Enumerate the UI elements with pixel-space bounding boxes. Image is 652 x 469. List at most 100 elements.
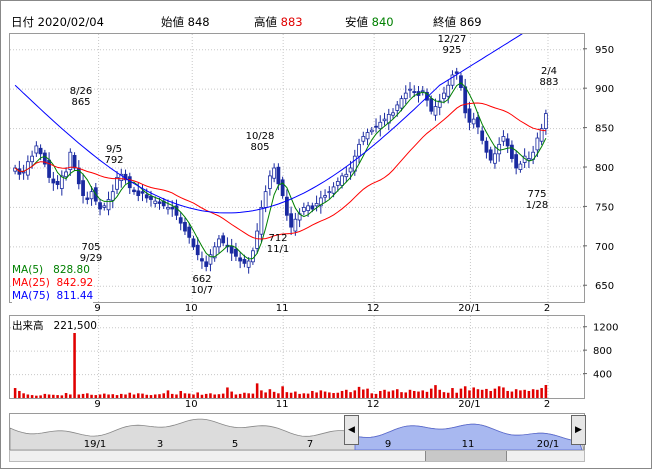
volume-panel: 出来高 221,500 <box>9 315 585 399</box>
candle-body <box>132 189 136 193</box>
annotation-label-top: 10/28 <box>246 131 275 142</box>
candle-body <box>543 113 548 129</box>
candle-body <box>272 167 277 179</box>
price-panel: 8/26 865 9/5 792 705 9/29 662 10/7 10/28 805 712 11… <box>9 18 585 303</box>
candle-body <box>395 104 400 111</box>
candle-body <box>442 92 446 100</box>
candle-body <box>64 171 68 178</box>
candle-body <box>488 149 493 161</box>
candle-body <box>365 132 370 140</box>
candle-body <box>204 261 209 267</box>
candle-body <box>98 202 102 210</box>
candle-body <box>301 207 306 212</box>
annotation-label-top: 8/26 <box>70 86 92 97</box>
candle-body <box>314 203 319 207</box>
candle-body <box>89 191 94 200</box>
candle-body <box>136 190 141 196</box>
annotation-label-bottom: 883 <box>539 77 558 88</box>
candle-body <box>21 171 26 174</box>
candle-body <box>412 91 417 93</box>
date-label: 日付 2020/02/04 <box>11 15 104 29</box>
volume-bar <box>255 383 259 398</box>
candle-body <box>217 238 221 248</box>
volume-legend: 出来高 221,500 <box>12 318 97 333</box>
candle-body <box>251 250 255 263</box>
y-tick-label: 800 <box>595 163 614 174</box>
candle-body <box>289 213 294 228</box>
candle-body <box>238 257 243 262</box>
candle-body <box>378 121 383 129</box>
candle-body <box>446 84 451 97</box>
x-tick-label: 10 <box>185 303 198 314</box>
ma75-line <box>14 18 547 214</box>
annotation-label-bottom: 925 <box>442 45 461 56</box>
navigator-tick-label: 7 <box>307 439 313 450</box>
navigator-chart: 19/1 3 5 7 9 11 20/1 <box>9 418 585 451</box>
candle-body <box>200 258 204 262</box>
y-tick-label: 1200 <box>593 323 618 334</box>
candle-body <box>327 191 332 194</box>
candle-body <box>259 207 264 235</box>
x-tick-label: 9 <box>94 399 100 410</box>
candle-body <box>234 248 238 257</box>
annotation-label-bottom: 792 <box>104 155 123 166</box>
candle-body <box>183 221 187 232</box>
candle-body <box>221 235 226 244</box>
candle-body <box>166 207 170 210</box>
x-tick-label: 2 <box>544 399 550 410</box>
navigator-left-handle[interactable]: ◀ <box>344 415 359 445</box>
candle-body <box>463 86 468 114</box>
candle-body <box>246 260 251 268</box>
candle-body <box>280 179 285 196</box>
candle-body <box>242 259 247 264</box>
candle-body <box>501 136 506 142</box>
candle-body <box>115 177 119 190</box>
candle-body <box>335 180 340 186</box>
candle-body <box>484 140 489 153</box>
annotation-label-top: 662 <box>192 274 211 285</box>
candle-body <box>267 175 272 189</box>
candle-body <box>187 226 192 238</box>
navigator-tick-label: 11 <box>462 439 475 450</box>
candle-body <box>454 71 459 74</box>
candle-body <box>340 175 344 186</box>
x-tick-label: 12 <box>367 399 380 410</box>
annotation-label-bottom: 1/28 <box>526 200 548 211</box>
candle-body <box>263 191 268 208</box>
x-tick-label: 10 <box>185 399 198 410</box>
candle-body <box>157 201 162 204</box>
navigator-right-handle[interactable]: ▶ <box>571 415 586 445</box>
scrollbar-thumb[interactable] <box>425 451 507 461</box>
candle-body <box>429 98 434 112</box>
navigator-tick-label: 9 <box>385 439 391 450</box>
price-chart: 8/26865 9/5792 7059/29 66210/7 10/28805 71211… <box>10 18 584 302</box>
period-navigator[interactable]: 19/1 3 5 7 9 11 20/1 <box>9 413 585 451</box>
annotation-label-top: 712 <box>268 233 287 244</box>
candle-body <box>433 106 438 116</box>
volume-bar <box>73 324 76 398</box>
y-tick-label: 400 <box>593 370 612 381</box>
candle-body <box>276 166 281 185</box>
annotation-label-bottom: 9/29 <box>80 253 102 264</box>
annotation-label-bottom: 10/7 <box>191 285 213 296</box>
candle-body <box>357 143 361 157</box>
x-tick-label: 20/1 <box>458 399 480 410</box>
annotation-label-bottom: 11/1 <box>267 244 289 255</box>
candle-body <box>361 136 366 142</box>
y-tick-label: 650 <box>595 281 614 292</box>
candle-body <box>493 153 497 164</box>
x-tick-label: 12 <box>367 303 380 314</box>
annotation-label-bottom: 805 <box>250 142 269 153</box>
y-tick-label: 700 <box>595 242 614 253</box>
candle-body <box>170 207 175 210</box>
price-y-axis: 950 900 850 800 750 700 650 <box>583 45 614 292</box>
navigator-tick-label: 3 <box>157 439 163 450</box>
candle-body <box>420 90 425 93</box>
high-price: 高値 883 <box>254 15 303 29</box>
candle-body <box>102 205 107 208</box>
candle-body <box>399 98 404 109</box>
candle-body <box>30 155 34 163</box>
candle-body <box>459 75 463 88</box>
horizontal-scrollbar[interactable] <box>9 450 585 462</box>
candle-body <box>480 130 485 141</box>
